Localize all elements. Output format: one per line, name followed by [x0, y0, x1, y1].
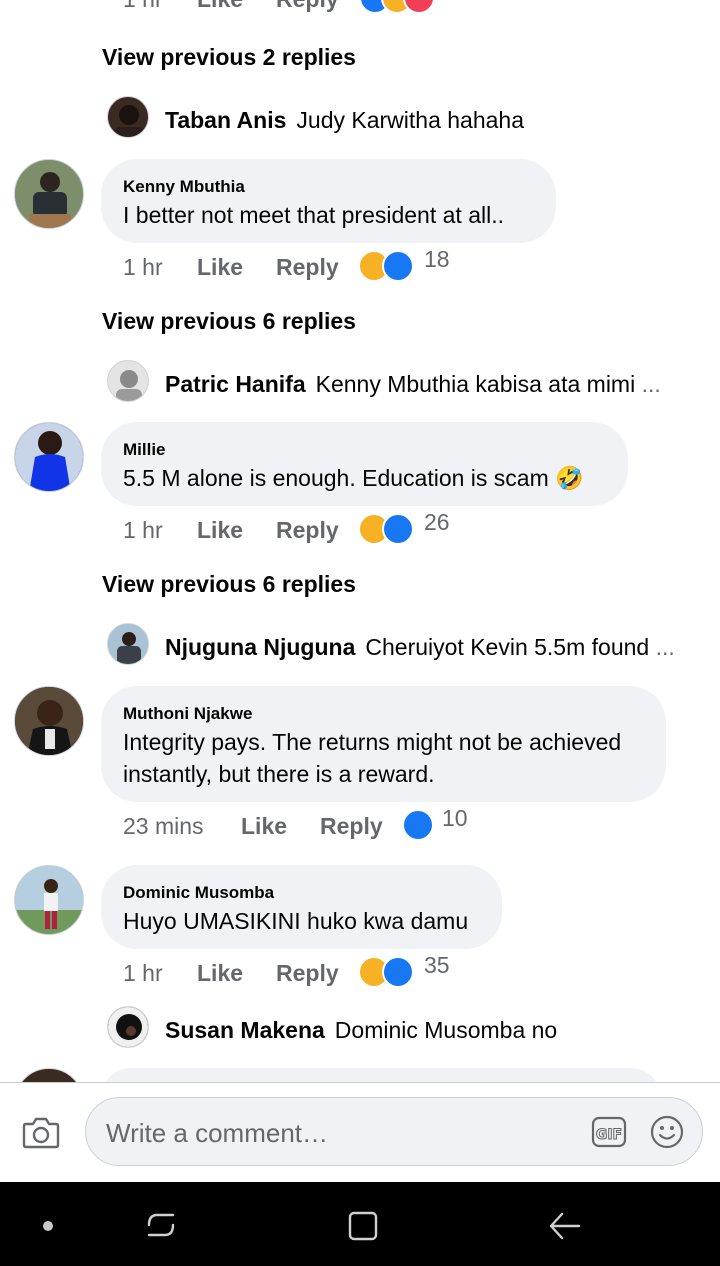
comment-bubble[interactable]: Millie 5.5 M alone is enough. Education …	[101, 422, 628, 506]
like-button[interactable]: Like	[241, 813, 287, 840]
avatar[interactable]	[107, 1006, 149, 1048]
comment-time: 1 hr	[123, 960, 163, 986]
like-button[interactable]: Like	[197, 254, 243, 281]
comment-bubble[interactable]: Dominic Musomba Huyo UMASIKINI huko kwa …	[101, 865, 502, 949]
avatar[interactable]	[14, 686, 84, 756]
recent-apps-icon[interactable]	[145, 1209, 177, 1241]
comment-bubble[interactable]: Muthoni Njakwe Integrity pays. The retur…	[101, 686, 666, 802]
truncation-ellipsis: ...	[655, 634, 675, 660]
comment-time: 1 hr	[123, 254, 163, 280]
reaction-count: 26	[424, 509, 450, 535]
comments-feed: 1 hr Like Reply 13 View previous 2 repli…	[0, 0, 720, 1082]
like-reaction-icon	[382, 513, 414, 545]
reply-preview[interactable]: Taban Anis Judy Karwitha hahaha	[165, 107, 685, 134]
comment-input[interactable]	[104, 1110, 578, 1156]
comment-bubble[interactable]: Kenny Mbuthia I better not meet that pre…	[101, 159, 556, 243]
comment-author[interactable]: Muthoni Njakwe	[123, 704, 644, 724]
reply-button[interactable]: Reply	[276, 0, 339, 13]
reply-author[interactable]: Patric Hanifa	[165, 371, 306, 397]
comment-time: 1 hr	[123, 517, 163, 543]
avatar[interactable]	[14, 422, 84, 492]
reply-author[interactable]: Taban Anis	[165, 107, 286, 133]
avatar[interactable]	[14, 1068, 84, 1082]
reply-author[interactable]: Susan Makena	[165, 1017, 325, 1043]
reply-preview[interactable]: Susan Makena Dominic Musomba no	[165, 1017, 685, 1044]
home-dot-icon[interactable]	[43, 1221, 53, 1231]
reply-button[interactable]: Reply	[320, 813, 383, 840]
avatar[interactable]	[107, 623, 149, 665]
comment-bubble[interactable]	[101, 1068, 661, 1082]
comment-text: Huyo UMASIKINI huko kwa damu	[123, 908, 469, 934]
reaction-count: 35	[424, 952, 450, 978]
love-reaction-icon	[403, 0, 435, 14]
emoji-icon[interactable]	[650, 1115, 684, 1149]
reply-button[interactable]: Reply	[276, 960, 339, 987]
avatar[interactable]	[14, 159, 84, 229]
avatar[interactable]	[14, 865, 84, 935]
like-reaction-icon	[402, 809, 434, 841]
like-reaction-icon	[382, 956, 414, 988]
back-icon[interactable]	[548, 1210, 582, 1242]
view-previous-replies[interactable]: View previous 6 replies	[102, 571, 356, 598]
avatar[interactable]	[107, 96, 149, 138]
comment-composer: GIF	[0, 1083, 720, 1182]
reply-button[interactable]: Reply	[276, 517, 339, 544]
gif-icon[interactable]: GIF	[591, 1115, 627, 1149]
gif-label: GIF	[596, 1127, 622, 1143]
reply-text: Judy Karwitha hahaha	[296, 107, 525, 133]
truncation-ellipsis: ...	[641, 371, 661, 397]
like-button[interactable]: Like	[197, 960, 243, 987]
camera-icon[interactable]	[22, 1115, 60, 1149]
view-previous-replies[interactable]: View previous 6 replies	[102, 308, 356, 335]
reaction-count: 10	[442, 805, 468, 831]
avatar[interactable]	[107, 360, 149, 402]
like-button[interactable]: Like	[197, 517, 243, 544]
like-reaction-icon	[382, 250, 414, 282]
view-previous-replies[interactable]: View previous 2 replies	[102, 44, 356, 71]
comment-time: 23 mins	[123, 813, 204, 839]
like-button[interactable]: Like	[197, 0, 243, 13]
comment-text-line: 5.5 M alone is enough. Education is scam…	[123, 462, 606, 494]
reaction-count: 13	[447, 0, 473, 5]
comment-time: 1 hr	[123, 0, 163, 13]
reaction-count: 18	[424, 246, 450, 272]
reply-author[interactable]: Njuguna Njuguna	[165, 634, 355, 660]
reply-preview[interactable]: Patric Hanifa Kenny Mbuthia kabisa ata mi…	[165, 371, 685, 398]
reply-text: Dominic Musomba no	[334, 1017, 558, 1043]
comment-text: Integrity pays. The returns might not be…	[123, 729, 622, 755]
home-icon[interactable]	[347, 1210, 379, 1242]
comment-author[interactable]: Millie	[123, 440, 606, 460]
comment-input-box[interactable]: GIF	[85, 1097, 703, 1166]
comment-text: instantly, but there is a reward.	[123, 761, 435, 787]
reply-preview[interactable]: Njuguna Njuguna Cheruiyot Kevin 5.5m foun…	[165, 634, 685, 661]
comment-author[interactable]: Kenny Mbuthia	[123, 177, 534, 197]
comment-text: I better not meet that president at all.…	[123, 202, 504, 228]
reply-text: Kenny Mbuthia kabisa ata mimi	[315, 371, 636, 397]
comment-text: 5.5 M alone is enough. Education is scam	[123, 465, 549, 491]
system-navigation-bar	[0, 1182, 720, 1266]
comment-author[interactable]: Dominic Musomba	[123, 883, 480, 903]
reply-text: Cheruiyot Kevin 5.5m found	[365, 634, 650, 660]
rofl-emoji-icon: 🤣	[555, 465, 584, 491]
reply-button[interactable]: Reply	[276, 254, 339, 281]
